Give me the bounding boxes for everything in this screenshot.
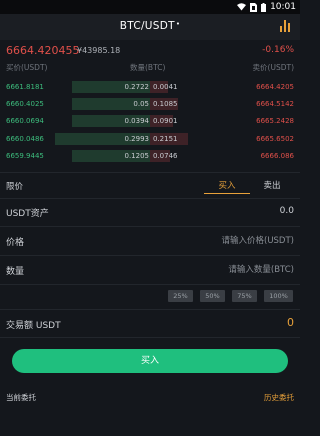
balance-value: 0.0: [279, 206, 294, 216]
current-orders-tab[interactable]: 当前委托: [6, 392, 36, 403]
status-time: 10:01: [270, 2, 296, 12]
order-side-row: 限价 买入 卖出: [0, 175, 300, 197]
orders-row: 当前委托 历史委托: [0, 390, 300, 406]
status-bar: 10:01: [0, 0, 300, 14]
bid-price: 6660.4025: [6, 100, 44, 109]
price-change: -0.16%: [262, 45, 294, 55]
buy-button[interactable]: 买入: [12, 349, 288, 373]
ask-price-header: 卖价(USDT): [252, 63, 294, 72]
price-input[interactable]: [144, 232, 294, 250]
ask-price: 6665.6502: [256, 134, 294, 143]
bid-price: 6660.0694: [6, 117, 44, 126]
bid-qty: 0.1205: [124, 151, 150, 160]
qty-input[interactable]: [144, 261, 294, 279]
percent-buttons: 25% 50% 75% 100%: [0, 290, 300, 304]
section-divider: [0, 255, 300, 256]
bid-qty: 0.05: [133, 100, 149, 109]
ask-price: 6666.086: [260, 151, 294, 160]
bid-price: 6659.9445: [6, 151, 44, 160]
tab-buy[interactable]: 买入: [204, 178, 250, 194]
bid-qty: 0.2993: [124, 134, 150, 143]
tab-sell[interactable]: 卖出: [250, 178, 294, 194]
price-row: 价格: [0, 229, 300, 253]
cny-price: ¥43985.18: [77, 46, 121, 55]
orderbook: 6661.8181 0.2722 0.0041 6664.4205 6660.4…: [0, 79, 300, 165]
order-history-link[interactable]: 历史委托: [264, 392, 294, 403]
section-divider: [0, 226, 300, 227]
bid-price-header: 买价(USDT): [6, 63, 48, 72]
nav-bar: BTC/USDT•: [0, 14, 300, 40]
percent-50-button[interactable]: 50%: [200, 290, 225, 302]
ask-qty: 0.1085: [153, 100, 178, 109]
qty-row: 数量: [0, 258, 300, 282]
sim-icon: [250, 2, 258, 12]
balance-row: USDT资产 0.0: [0, 200, 300, 224]
orderbook-row[interactable]: 6660.0486 0.2993 0.2151 6665.6502: [0, 131, 300, 148]
qty-header: 数量(BTC): [130, 63, 166, 72]
price-label: 价格: [6, 238, 25, 248]
amount-value: 0: [287, 316, 294, 329]
qty-label: 数量: [6, 267, 25, 277]
ask-qty: 0.0041: [153, 83, 178, 91]
percent-25-button[interactable]: 25%: [168, 290, 193, 302]
amount-label: 交易额 USDT: [6, 321, 61, 331]
wifi-icon: [237, 3, 247, 11]
orderbook-row[interactable]: 6659.9445 0.1205 0.0746 6666.086: [0, 148, 300, 165]
ask-qty: 0.2151: [153, 134, 178, 143]
section-divider: [0, 309, 300, 310]
order-type-selector[interactable]: 限价: [6, 180, 23, 192]
section-divider: [0, 284, 300, 285]
section-divider: [0, 198, 300, 199]
ask-price: 6664.4205: [256, 83, 294, 91]
bid-price: 6660.0486: [6, 134, 44, 143]
percent-75-button[interactable]: 75%: [232, 290, 257, 302]
battery-icon: [261, 2, 267, 12]
bid-qty: 0.0394: [124, 117, 150, 126]
ask-qty: 0.0901: [153, 117, 178, 126]
ask-price: 6664.5142: [256, 100, 294, 109]
section-divider: [0, 337, 300, 338]
percent-100-button[interactable]: 100%: [264, 290, 293, 302]
ask-qty: 0.0746: [153, 151, 178, 160]
amount-row: 交易额 USDT 0: [0, 314, 300, 334]
last-price: 6664.420455: [6, 44, 80, 57]
ticker-row: 6664.420455 ¥43985.18 -0.16%: [0, 40, 300, 60]
balance-label: USDT资产: [6, 209, 49, 219]
orderbook-header: 买价(USDT) 数量(BTC) 卖价(USDT): [0, 62, 300, 76]
orderbook-row[interactable]: 6660.0694 0.0394 0.0901 6665.2428: [0, 113, 300, 130]
pair-dropdown-icon: •: [175, 20, 181, 28]
orderbook-row[interactable]: 6661.8181 0.2722 0.0041 6664.4205: [0, 79, 300, 96]
chart-icon[interactable]: [280, 20, 292, 32]
ask-price: 6665.2428: [256, 117, 294, 126]
section-divider: [0, 172, 300, 173]
bid-price: 6661.8181: [6, 83, 44, 91]
pair-selector[interactable]: BTC/USDT•: [0, 20, 300, 32]
pair-title: BTC/USDT: [119, 20, 175, 32]
orderbook-row[interactable]: 6660.4025 0.05 0.1085 6664.5142: [0, 96, 300, 113]
bid-qty: 0.2722: [124, 83, 150, 91]
